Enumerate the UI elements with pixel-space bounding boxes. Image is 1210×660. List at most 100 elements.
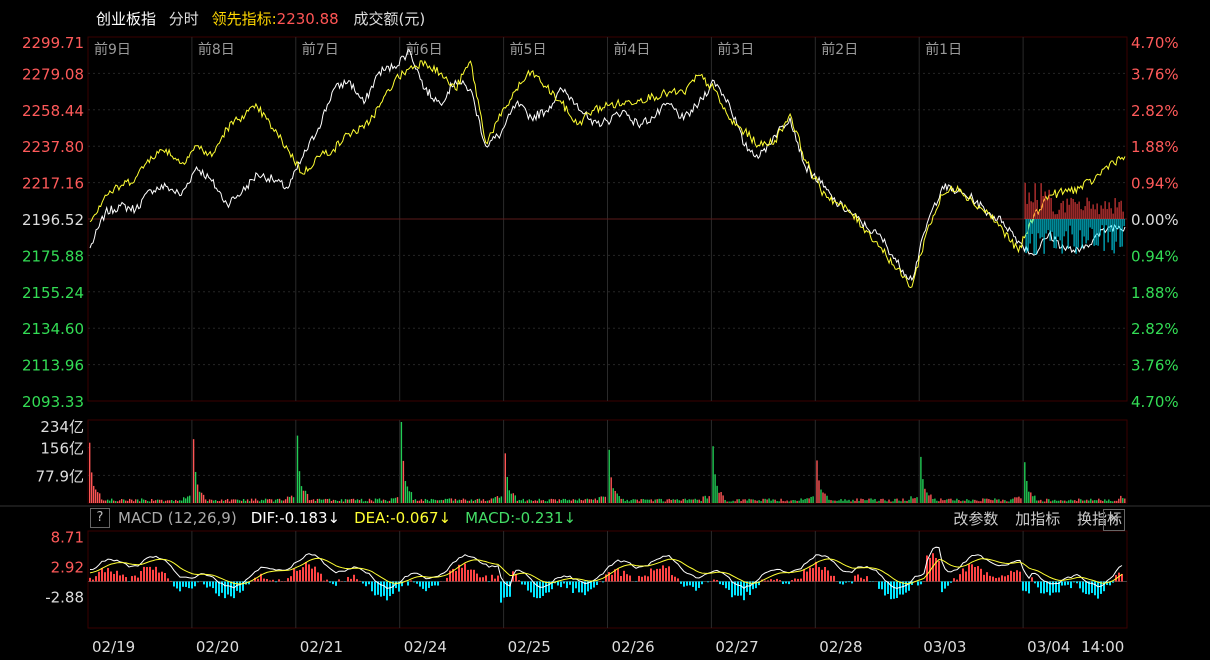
volume-bar [696, 499, 698, 503]
y-tick-left: 2237.80 [22, 138, 84, 156]
period-label: 前8日 [198, 41, 235, 58]
volume-bar [792, 500, 794, 503]
volume-bar [432, 499, 435, 503]
volume-bar [280, 500, 283, 503]
volume-bar [310, 499, 313, 503]
volume-bar [256, 500, 259, 503]
volume-bar [246, 499, 249, 503]
volume-bar [494, 497, 497, 503]
volume-bar [1056, 500, 1058, 503]
volume-bar [832, 500, 834, 503]
volume-bar [560, 500, 562, 503]
volume-bar [302, 490, 305, 503]
volume-bar [220, 499, 223, 503]
close-icon[interactable]: ✕ [1103, 509, 1125, 531]
volume-bar [662, 501, 664, 503]
modify-params-button[interactable]: 改参数 [953, 510, 998, 528]
volume-bar [386, 501, 389, 503]
y-tick-left: 2258.44 [22, 102, 84, 120]
volume-bar [400, 422, 403, 503]
volume-bar [1092, 500, 1094, 503]
volume-bar [350, 498, 353, 503]
volume-bar [169, 500, 171, 503]
volume-bar [276, 498, 279, 503]
volume-bar [95, 489, 97, 503]
volume-bar [534, 500, 536, 503]
volume-bar [762, 498, 764, 503]
volume-bar [474, 499, 477, 503]
volume-bar [568, 499, 570, 503]
volume-bar [428, 501, 431, 503]
volume-bar [206, 501, 209, 503]
volume-bar [376, 499, 379, 503]
volume-bar [292, 497, 295, 503]
x-tick-label: 03/04 [1027, 638, 1070, 656]
volume-bar [872, 499, 874, 503]
volume-bar [958, 500, 960, 503]
x-tick-label: 02/25 [508, 638, 551, 656]
volume-bar [702, 496, 704, 503]
volume-bar [322, 499, 325, 503]
volume-bar [930, 494, 932, 503]
volume-bar [588, 499, 590, 503]
volume-bar [592, 499, 594, 503]
help-button[interactable]: ? [90, 508, 110, 528]
volume-bar [153, 500, 155, 503]
volume-bar [626, 499, 628, 503]
volume-bar [1000, 501, 1002, 503]
volume-bar [268, 499, 271, 503]
volume-bar [994, 498, 996, 503]
volume-bar [574, 499, 576, 503]
macd-name[interactable]: MACD (12,26,9) [118, 509, 237, 527]
volume-bar [572, 499, 574, 503]
volume-bar [159, 499, 161, 503]
y-tick-left: 2175.88 [22, 247, 84, 265]
volume-bar [248, 501, 251, 503]
volume-bar [938, 501, 940, 503]
volume-bar [296, 435, 299, 503]
volume-bar [440, 499, 443, 503]
volume-bar [620, 498, 622, 503]
volume-bar [89, 442, 91, 503]
volume-bar [406, 486, 409, 503]
volume-bar [123, 499, 125, 503]
volume-bar [650, 499, 652, 503]
volume-bar [714, 474, 716, 503]
volume-bar [354, 500, 357, 503]
volume-bar [628, 501, 630, 503]
volume-bar [708, 496, 710, 503]
volume-bar [1018, 496, 1020, 503]
volume-bar [1074, 500, 1076, 503]
volume-bar [472, 500, 475, 503]
volume-bar [682, 499, 684, 503]
volume-bar [97, 492, 99, 503]
volume-bar [121, 498, 123, 503]
volume-bar [612, 488, 614, 503]
volume-bar [546, 501, 548, 503]
add-indicator-button[interactable]: 加指标 [1015, 510, 1060, 528]
volume-bar [1106, 500, 1108, 503]
y-tick-left: 2134.60 [22, 320, 84, 338]
volume-bar [358, 500, 361, 503]
volume-bar [868, 498, 870, 503]
chart-window: 创业板指 分时 领先指标:2230.88 成交额(元) 前9日 前8日 前7日 前6日… [0, 0, 1210, 660]
volume-bar [800, 498, 802, 503]
volume-bar [540, 500, 542, 503]
volume-bar [470, 499, 473, 503]
volume-bar [1030, 492, 1032, 503]
volume-bar [694, 498, 696, 503]
volume-bar [738, 499, 740, 503]
volume-bar [286, 496, 289, 503]
volume-bar [278, 498, 281, 503]
x-tick-label: 14:00 [1081, 638, 1124, 656]
volume-bar [1118, 498, 1120, 503]
volume-bar [290, 495, 293, 503]
volume-bar [520, 500, 522, 503]
volume-bar [864, 500, 866, 503]
volume-bar [676, 499, 678, 503]
volume-bar [920, 456, 922, 503]
volume-bar [1032, 496, 1034, 503]
volume-bar [366, 501, 369, 503]
chart-svg[interactable]: 前9日 前8日 前7日 前6日 前5日 前4日 前3日 前2日 前1日2299.71 4.70%2… [0, 0, 1210, 660]
volume-bar [324, 498, 327, 503]
